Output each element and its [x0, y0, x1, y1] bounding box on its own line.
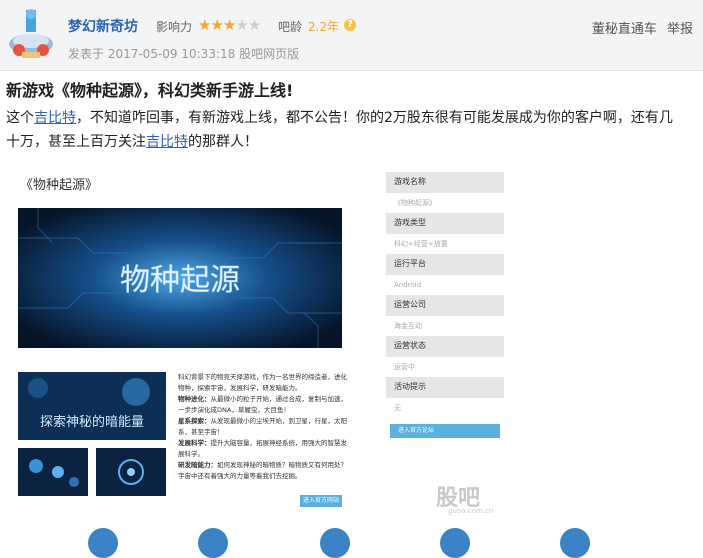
banner-text: 探索神秘的暗能量 [40, 414, 144, 430]
body-text: ，不知道咋回事，有新游戏上线，都不公告！你的2万股东很有可能发展成为你的客户啊，… [6, 110, 673, 150]
header-actions: 董秘直通车 举报 [586, 18, 693, 37]
info-row-label: 运行平台 [386, 254, 504, 275]
info-row-value: 科幻+经营+放置 [386, 233, 504, 254]
info-row-value: 《物种起源》 [386, 192, 504, 213]
avatar[interactable] [6, 8, 56, 62]
game-description: 科幻背景下的物竞天择游戏，作为一名世界的缔造者，进化物种，探索宇宙，发展科学，研… [178, 372, 350, 482]
description-text: 科幻背景下的物竞天择游戏，作为一名世界的缔造者，进化物种，探索宇宙，发展科学，研… [178, 373, 347, 392]
star-empty-icon: ★ [235, 16, 248, 34]
info-row-value: 无 [386, 397, 504, 418]
stock-link[interactable]: 吉比特 [146, 134, 188, 150]
age-label: 吧龄 [278, 20, 303, 34]
thumb-image [18, 448, 88, 496]
share-icon[interactable] [198, 528, 228, 558]
description-label: 研发暗能力： [178, 461, 217, 469]
post-title: 新游戏《物种起源》，科幻类新手游上线! [6, 81, 294, 100]
body-text: 这个 [6, 110, 34, 126]
info-row-label: 游戏类型 [386, 213, 504, 234]
stock-link[interactable]: 吉比特 [34, 110, 76, 126]
share-icon[interactable] [88, 528, 118, 558]
hero-text: 物种起源 [120, 263, 240, 298]
info-row-value: 海金互动 [386, 315, 504, 336]
description-paragraph: 发展科学：提升大脑容量，拓展神经系统，用强大的智慧发展科学。 [178, 438, 350, 460]
info-row-value: Android [386, 274, 504, 295]
influence-label: 影响力 [156, 20, 193, 34]
info-row-label: 运营公司 [386, 295, 504, 316]
star-filled-icon: ★ [222, 16, 236, 34]
description-paragraph: 星系探索：从发现最微小的尘埃开始，到卫星，行星，太阳系，甚至宇宙！ [178, 416, 350, 438]
share-icon[interactable] [320, 528, 350, 558]
description-paragraph: 物种进化：从最微小的粒子开始，通过合成，复制与加速，一步步演化成DNA，草履虫，… [178, 394, 350, 416]
post-body: 这个吉比特，不知道咋回事，有新游戏上线，都不公告！你的2万股东很有可能发展成为你… [6, 106, 686, 154]
description-label: 物种进化： [178, 395, 211, 403]
report-link[interactable]: 举报 [667, 22, 693, 37]
info-row-label: 活动提示 [386, 377, 504, 398]
post-time: 发表于 2017-05-09 10:33:18 股吧网页版 [68, 47, 300, 61]
age-value: 2.2年 [308, 20, 340, 34]
influence-stars: ★★★★★ [198, 16, 261, 34]
description-label: 发展科学： [178, 439, 211, 447]
description-label: 星系探索： [178, 417, 211, 425]
description-paragraph: 研发暗能力：如何发现神秘的暗物质？暗物质又有何用处？宇宙中还有着强大的力量等着我… [178, 460, 350, 482]
star-empty-icon: ★ [247, 16, 261, 34]
game-info-sidebar: 游戏名称 《物种起源》 游戏类型 科幻+经营+放置 运行平台 Android 运营公司 海金互… [386, 172, 504, 454]
thumb-image [96, 448, 166, 496]
share-icon[interactable] [440, 528, 470, 558]
game-poster-image: 《物种起源》 物种起源 探索神秘的暗能量 科幻背景下的物竞天择游戏，作为一名世界… [10, 156, 506, 520]
description-paragraph: 科幻背景下的物竞天择游戏，作为一名世界的缔造者，进化物种，探索宇宙，发展科学，研… [178, 372, 350, 394]
energy-banner: 探索神秘的暗能量 [18, 372, 166, 440]
star-filled-icon: ★ [198, 16, 211, 34]
post-header: 梦幻新奇坊 影响力 ★★★★★ 吧龄 2.2年 ? 发表于 2017-05-09… [0, 0, 703, 71]
info-row-label: 运营状态 [386, 336, 504, 357]
official-forum-button[interactable]: 进入官方论坛 [390, 424, 500, 438]
username[interactable]: 梦幻新奇坊 [68, 16, 138, 36]
body-text: 的那群人！ [188, 134, 258, 150]
info-row-value: 运营中 [386, 356, 504, 377]
dongmi-link[interactable]: 董秘直通车 [592, 22, 657, 37]
guba-watermark-url: guba.com.cn [448, 507, 494, 515]
info-row-label: 游戏名称 [386, 172, 504, 193]
help-icon[interactable]: ? [344, 19, 356, 31]
official-site-button[interactable]: 进入官方网站 [300, 495, 342, 507]
poster-title: 《物种起源》 [20, 178, 99, 193]
share-icon[interactable] [560, 528, 590, 558]
hero-banner: 物种起源 [18, 208, 342, 348]
star-filled-icon: ★ [210, 16, 223, 34]
